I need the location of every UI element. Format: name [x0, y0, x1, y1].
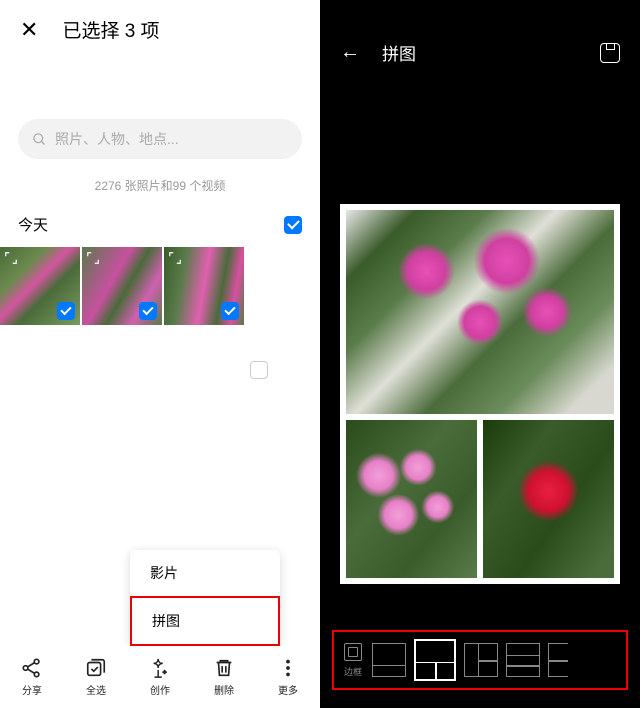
photo-thumb[interactable]: [0, 247, 80, 325]
layout-option-1[interactable]: [372, 643, 406, 677]
layout-option-4[interactable]: [506, 643, 540, 677]
close-icon[interactable]: ✕: [20, 17, 38, 43]
layout-option-2-selected[interactable]: [414, 639, 456, 681]
expand-icon: [86, 251, 100, 265]
expand-icon: [4, 251, 18, 265]
bottom-toolbar: 分享 全选 创作 删除 更多: [0, 646, 320, 708]
select-all-button[interactable]: 全选: [85, 657, 107, 697]
save-icon[interactable]: [600, 43, 620, 63]
layout-option-3[interactable]: [464, 643, 498, 677]
delete-button[interactable]: 删除: [213, 657, 235, 697]
share-button[interactable]: 分享: [21, 657, 43, 697]
layout-toolbar: 边框: [332, 630, 628, 690]
select-all-icon: [85, 657, 107, 679]
share-icon: [21, 657, 43, 679]
more-button[interactable]: 更多: [277, 657, 299, 697]
thumb-checkbox[interactable]: [57, 302, 75, 320]
frame-button[interactable]: 边框: [344, 643, 362, 678]
photo-stats: 2276 张照片和99 个视频: [0, 177, 320, 194]
section-checkbox[interactable]: [284, 216, 302, 234]
collage-cell-top[interactable]: [346, 210, 614, 415]
back-arrow-icon[interactable]: ←: [340, 41, 360, 64]
collage-title: 拼图: [382, 40, 416, 65]
create-menu-popup: 影片 拼图: [130, 550, 280, 646]
photo-thumb[interactable]: [164, 247, 244, 325]
create-icon: [149, 657, 171, 679]
thumb-checkbox[interactable]: [221, 302, 239, 320]
photo-thumb[interactable]: [82, 247, 162, 325]
search-placeholder: 照片、人物、地点...: [55, 129, 179, 149]
thumb-checkbox[interactable]: [139, 302, 157, 320]
layout-option-5[interactable]: [548, 643, 568, 677]
create-button[interactable]: 创作: [149, 657, 171, 697]
trash-icon: [213, 657, 235, 679]
search-input[interactable]: 照片、人物、地点...: [18, 119, 302, 159]
row-checkbox-empty[interactable]: [250, 361, 268, 379]
expand-icon: [168, 251, 182, 265]
collage-cell-bottom-left[interactable]: [346, 420, 477, 577]
header-title: 已选择 3 项: [62, 16, 159, 43]
more-icon: [277, 657, 299, 679]
menu-item-collage[interactable]: 拼图: [130, 596, 280, 646]
section-header-today: 今天: [18, 214, 48, 235]
menu-item-movie[interactable]: 影片: [130, 550, 280, 596]
search-icon: [32, 132, 47, 147]
thumbnail-row: [0, 241, 320, 331]
collage-cell-bottom-right[interactable]: [483, 420, 614, 577]
collage-preview[interactable]: [320, 79, 640, 708]
frame-icon: [344, 643, 362, 661]
